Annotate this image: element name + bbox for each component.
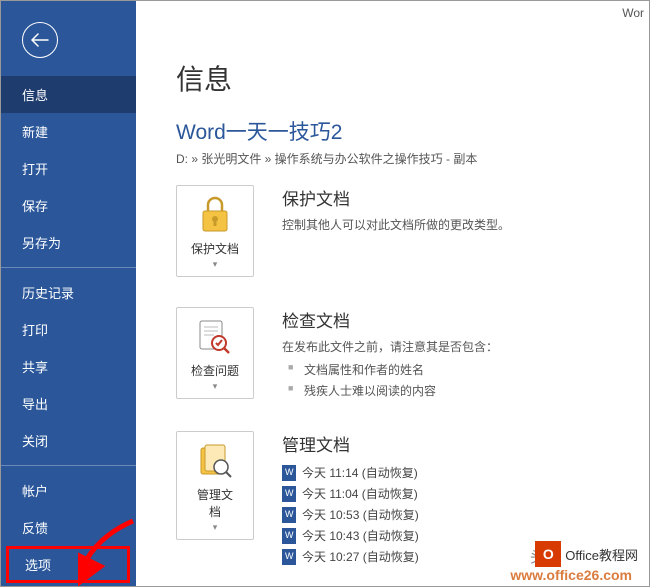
card-label: 管理文 档 [181, 486, 249, 520]
bullet-item: 残疾人士难以阅读的内容 [282, 380, 650, 401]
sidebar-item-save[interactable]: 保存 [0, 187, 136, 224]
office-icon: O [535, 541, 561, 567]
back-button[interactable] [22, 22, 58, 58]
protect-document-button[interactable]: 保护文档 ▾ [176, 185, 254, 277]
chevron-down-icon: ▾ [181, 381, 249, 392]
sidebar-item-close[interactable]: 关闭 [0, 422, 136, 459]
sidebar-item-account[interactable]: 帐户 [0, 472, 136, 509]
protect-desc: 控制其他人可以对此文档所做的更改类型。 [282, 216, 650, 233]
inspect-desc: 在发布此文件之前，请注意其是否包含： [282, 338, 650, 355]
sidebar-item-share[interactable]: 共享 [0, 348, 136, 385]
card-label: 保护文档 [181, 240, 249, 257]
main-content: Wor 信息 Word一天一技巧2 D: » 张光明文件 » 操作系统与办公软件… [136, 0, 650, 587]
sidebar-item-saveas[interactable]: 另存为 [0, 224, 136, 261]
protect-block: 保护文档 ▾ 保护文档 控制其他人可以对此文档所做的更改类型。 [176, 185, 650, 277]
inspect-icon [181, 316, 249, 358]
manage-icon [181, 440, 249, 482]
document-path: D: » 张光明文件 » 操作系统与办公软件之操作技巧 - 副本 [176, 150, 650, 167]
divider [0, 465, 136, 466]
manage-document-button[interactable]: 管理文 档 ▾ [176, 431, 254, 540]
word-doc-icon [282, 465, 296, 481]
sidebar-item-export[interactable]: 导出 [0, 385, 136, 422]
card-label: 检查问题 [181, 362, 249, 379]
page-title: 信息 [176, 58, 650, 98]
inspect-document-button[interactable]: 检查问题 ▾ [176, 307, 254, 399]
office-logo-watermark: O Office教程网 [535, 541, 638, 567]
word-doc-icon [282, 549, 296, 565]
sidebar-item-open[interactable]: 打开 [0, 150, 136, 187]
manage-heading: 管理文档 [282, 431, 650, 456]
inspect-heading: 检查文档 [282, 307, 650, 332]
protect-heading: 保护文档 [282, 185, 650, 210]
word-doc-icon [282, 486, 296, 502]
inspect-bullets: 文档属性和作者的姓名 残疾人士难以阅读的内容 [282, 359, 650, 401]
inspect-block: 检查问题 ▾ 检查文档 在发布此文件之前，请注意其是否包含： 文档属性和作者的姓… [176, 307, 650, 401]
document-title: Word一天一技巧2 [176, 116, 650, 146]
chevron-down-icon: ▾ [181, 259, 249, 270]
bullet-item: 文档属性和作者的姓名 [282, 359, 650, 380]
sidebar-item-feedback[interactable]: 反馈 [0, 509, 136, 546]
word-doc-icon [282, 528, 296, 544]
sidebar-item-options[interactable]: 选项 [6, 546, 130, 583]
sidebar: 信息 新建 打开 保存 另存为 历史记录 打印 共享 导出 关闭 帐户 反馈 选… [0, 0, 136, 587]
sidebar-item-history[interactable]: 历史记录 [0, 274, 136, 311]
back-arrow-icon [31, 33, 49, 47]
chevron-down-icon: ▾ [181, 522, 249, 533]
watermark-url: www.office26.com [510, 567, 632, 583]
recovery-item[interactable]: 今天 11:04 (自动恢复) [282, 483, 650, 504]
sidebar-item-new[interactable]: 新建 [0, 113, 136, 150]
window-title: Wor [622, 6, 644, 20]
divider [0, 267, 136, 268]
recovery-item[interactable]: 今天 10:53 (自动恢复) [282, 504, 650, 525]
word-doc-icon [282, 507, 296, 523]
recovery-item[interactable]: 今天 11:14 (自动恢复) [282, 462, 650, 483]
lock-icon [181, 194, 249, 236]
sidebar-item-info[interactable]: 信息 [0, 76, 136, 113]
sidebar-item-print[interactable]: 打印 [0, 311, 136, 348]
